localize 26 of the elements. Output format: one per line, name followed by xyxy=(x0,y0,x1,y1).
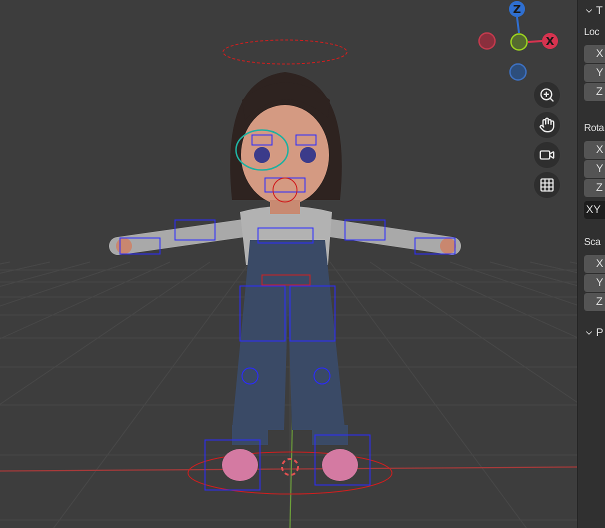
viewport-nav-button[interactable] xyxy=(534,142,560,168)
z-axis-handle[interactable]: Z xyxy=(509,1,525,34)
number-field[interactable]: Y xyxy=(584,160,605,178)
group-label: Sca xyxy=(584,238,602,248)
panel-header[interactable]: T xyxy=(596,6,603,16)
group-label: Rota xyxy=(584,124,605,134)
viewport-nav-button[interactable] xyxy=(534,82,560,108)
negative-x-axis-handle[interactable] xyxy=(478,32,496,50)
number-field[interactable]: Z xyxy=(584,179,605,197)
number-field[interactable]: X xyxy=(584,141,605,159)
viewport-nav-button[interactable] xyxy=(534,172,560,198)
number-field[interactable]: Z xyxy=(584,83,605,101)
negative-y-axis-handle[interactable] xyxy=(509,63,527,81)
viewport-nav-button[interactable] xyxy=(534,112,560,138)
panel-header[interactable]: P xyxy=(596,328,604,338)
y-axis-handle[interactable] xyxy=(510,33,528,51)
number-field[interactable]: X xyxy=(584,45,605,63)
number-field[interactable]: Z xyxy=(584,293,605,311)
number-field[interactable]: Y xyxy=(584,64,605,82)
mode-dropdown[interactable]: XY xyxy=(584,201,605,219)
grid-icon xyxy=(539,177,555,193)
group-label: Loc xyxy=(584,28,600,38)
hand-icon xyxy=(539,117,555,133)
zoom-icon xyxy=(539,87,555,103)
number-field[interactable]: Y xyxy=(584,274,605,292)
number-field[interactable]: X xyxy=(584,255,605,273)
